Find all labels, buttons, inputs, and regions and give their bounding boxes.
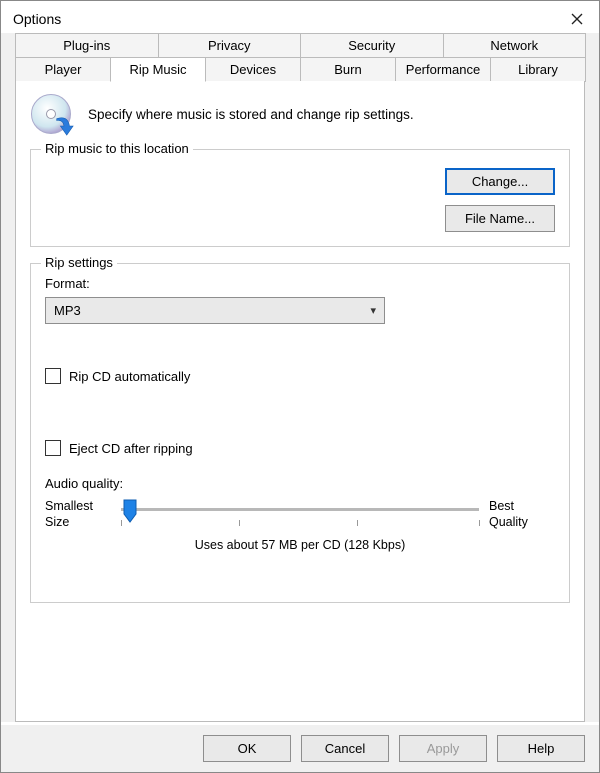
eject-label: Eject CD after ripping <box>69 441 193 456</box>
cancel-button[interactable]: Cancel <box>301 735 389 762</box>
tab-library[interactable]: Library <box>490 57 586 82</box>
chevron-down-icon: ▾ <box>370 304 376 317</box>
tab-privacy[interactable]: Privacy <box>158 33 302 58</box>
tab-player[interactable]: Player <box>15 57 111 82</box>
tabs: Plug-ins Privacy Security Network Player… <box>15 33 585 81</box>
rip-location-legend: Rip music to this location <box>41 141 193 156</box>
rip-auto-label: Rip CD automatically <box>69 369 190 384</box>
dialog-footer: OK Cancel Apply Help <box>1 725 599 772</box>
audio-quality-label: Audio quality: <box>45 476 555 491</box>
eject-row[interactable]: Eject CD after ripping <box>45 440 555 456</box>
rip-auto-row[interactable]: Rip CD automatically <box>45 368 555 384</box>
format-selected-value: MP3 <box>54 303 81 318</box>
quality-slider[interactable] <box>121 500 479 530</box>
slider-right-line1: Best <box>489 499 555 515</box>
format-select[interactable]: MP3 ▾ <box>45 297 385 324</box>
title-bar: Options <box>1 1 599 37</box>
tab-row-1: Plug-ins Privacy Security Network <box>15 33 585 57</box>
change-button[interactable]: Change... <box>445 168 555 195</box>
ok-button[interactable]: OK <box>203 735 291 762</box>
window-title: Options <box>13 11 61 27</box>
eject-checkbox[interactable] <box>45 440 61 456</box>
close-icon <box>571 13 583 25</box>
rip-music-panel: Specify where music is stored and change… <box>15 81 585 722</box>
tab-devices[interactable]: Devices <box>205 57 301 82</box>
usage-text: Uses about 57 MB per CD (128 Kbps) <box>45 538 555 552</box>
quality-slider-row: Smallest Size <box>45 499 555 530</box>
rip-auto-checkbox[interactable] <box>45 368 61 384</box>
intro-row: Specify where music is stored and change… <box>30 93 570 135</box>
slider-right-caption: Best Quality <box>489 499 555 530</box>
tab-rip-music[interactable]: Rip Music <box>110 57 206 82</box>
tab-security[interactable]: Security <box>300 33 444 58</box>
cd-rip-icon <box>30 93 72 135</box>
options-window: Options Plug-ins Privacy Security Networ… <box>0 0 600 773</box>
slider-thumb[interactable] <box>121 498 139 524</box>
slider-left-caption: Smallest Size <box>45 499 111 530</box>
rip-settings-group: Rip settings Format: MP3 ▾ Rip CD automa… <box>30 263 570 603</box>
rip-location-group: Rip music to this location Change... Fil… <box>30 149 570 247</box>
intro-text: Specify where music is stored and change… <box>88 107 414 122</box>
format-label: Format: <box>45 276 555 291</box>
tab-burn[interactable]: Burn <box>300 57 396 82</box>
apply-button[interactable]: Apply <box>399 735 487 762</box>
help-button[interactable]: Help <box>497 735 585 762</box>
close-button[interactable] <box>565 7 589 31</box>
slider-left-line1: Smallest <box>45 499 111 515</box>
tab-plugins[interactable]: Plug-ins <box>15 33 159 58</box>
dialog-body: Plug-ins Privacy Security Network Player… <box>1 33 599 722</box>
slider-left-line2: Size <box>45 515 111 531</box>
rip-settings-legend: Rip settings <box>41 255 117 270</box>
file-name-button[interactable]: File Name... <box>445 205 555 232</box>
slider-right-line2: Quality <box>489 515 555 531</box>
tab-row-2: Player Rip Music Devices Burn Performanc… <box>15 57 585 81</box>
tab-performance[interactable]: Performance <box>395 57 491 82</box>
tab-network[interactable]: Network <box>443 33 587 58</box>
